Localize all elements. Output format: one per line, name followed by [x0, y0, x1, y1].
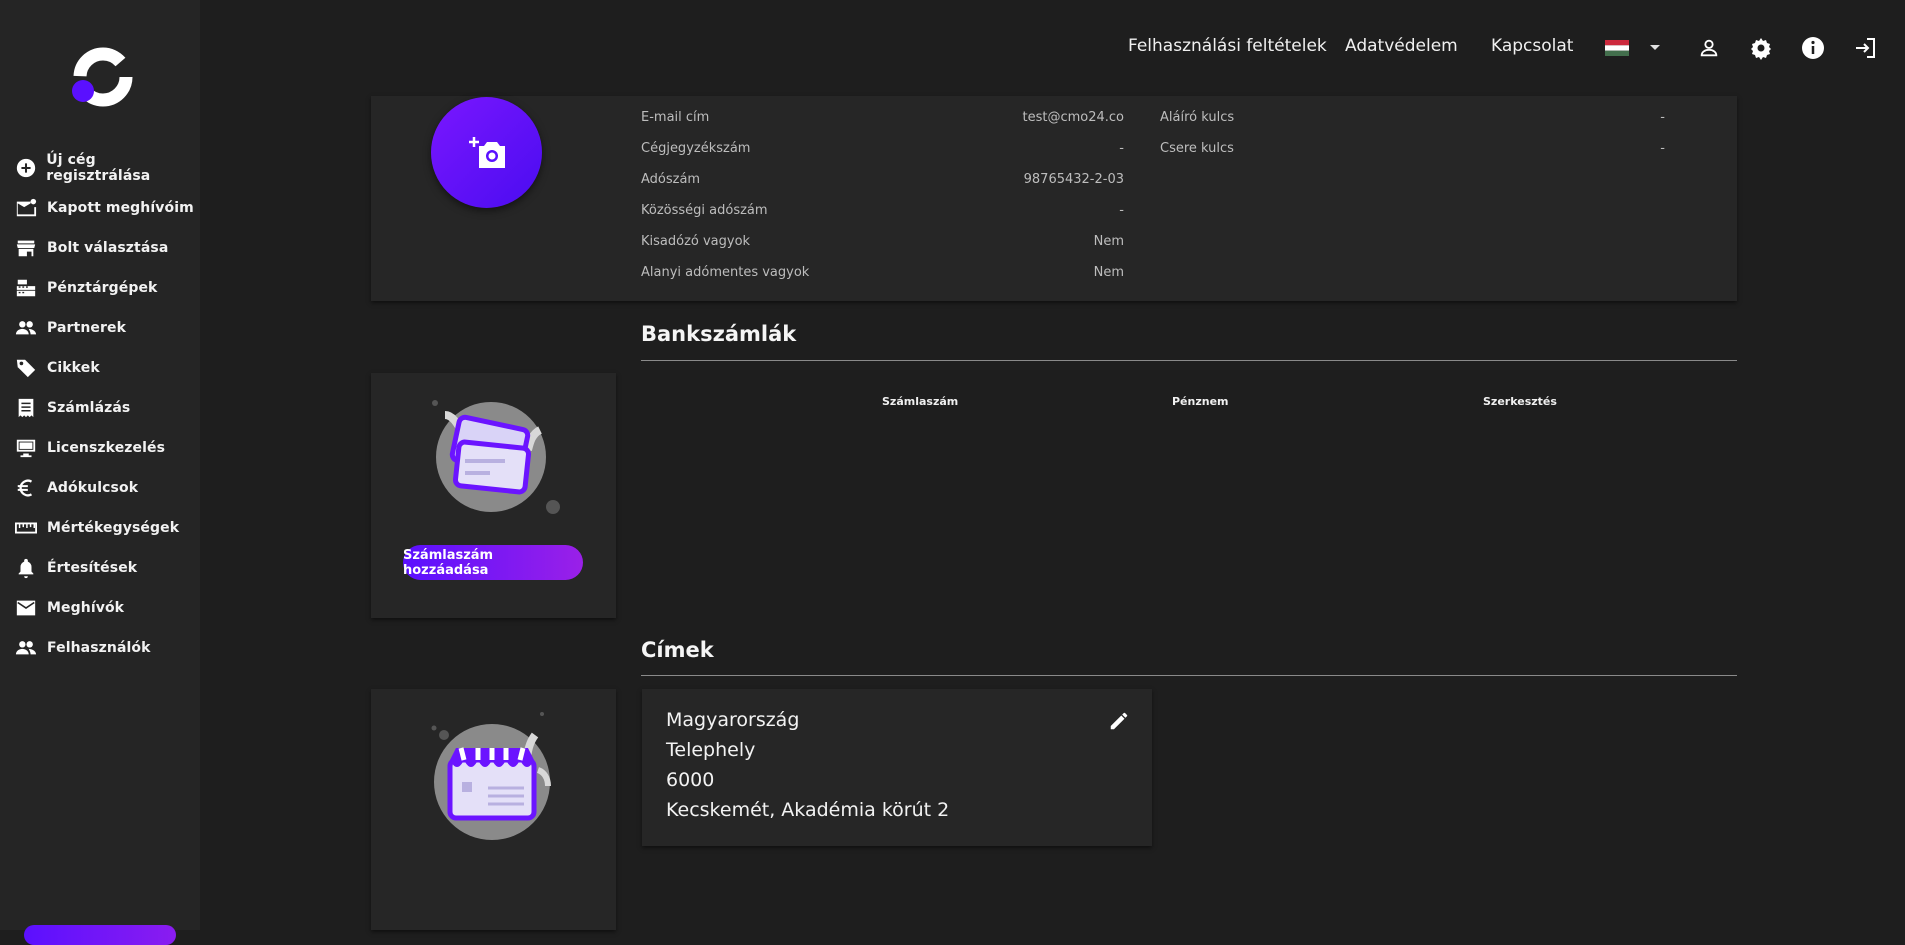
sidebar-item-users[interactable]: Felhasználók	[0, 628, 200, 668]
sidebar-item-partners[interactable]: Partnerek	[0, 308, 200, 348]
pencil-icon	[1110, 712, 1128, 730]
email-value: test@cmo24.co	[1022, 110, 1124, 125]
sidebar-item-received-invites[interactable]: Kapott meghívóim	[0, 188, 200, 228]
gear-icon[interactable]	[1748, 35, 1774, 61]
sidebar-item-label: Adókulcsok	[47, 480, 139, 496]
company-registration-value: -	[1119, 141, 1124, 156]
tag-icon	[14, 356, 38, 380]
bank-accounts-title: Bankszámlák	[641, 322, 797, 346]
sidebar-item-label: Kapott meghívóim	[47, 200, 194, 216]
add-bank-account-button[interactable]: Számlaszám hozzáadása	[403, 545, 583, 580]
sidebar-nav: Új cég regisztrálása Kapott meghívóim Bo…	[0, 148, 200, 668]
column-header-edit[interactable]: Szerkesztés	[1483, 395, 1557, 408]
tax-exempt-value: Nem	[1093, 265, 1124, 280]
app-logo[interactable]	[69, 45, 133, 109]
terms-link[interactable]: Felhasználási feltételek	[1128, 36, 1327, 56]
sidebar-item-label: Licenszkezelés	[47, 440, 166, 456]
cash-register-icon	[14, 276, 38, 300]
signing-key-value: -	[1660, 110, 1665, 125]
bell-icon	[14, 556, 38, 580]
eu-tax-number-label: Közösségi adószám	[641, 203, 768, 218]
mail-notification-icon	[14, 196, 38, 220]
sidebar-item-items[interactable]: Cikkek	[0, 348, 200, 388]
tax-number-value: 98765432-2-03	[1023, 172, 1124, 187]
users-icon	[14, 636, 38, 660]
sidebar-item-tax-keys[interactable]: Adókulcsok	[0, 468, 200, 508]
sidebar-item-label: Bolt választása	[47, 240, 169, 256]
sidebar-item-label: Partnerek	[47, 320, 127, 336]
column-header-currency[interactable]: Pénznem	[1172, 395, 1229, 408]
bank-card-illustration	[432, 400, 560, 514]
tax-number-label: Adószám	[641, 172, 701, 187]
sidebar-item-label: Új cég regisztrálása	[46, 152, 151, 184]
section-divider	[641, 675, 1737, 676]
sidebar-item-notifications[interactable]: Értesítések	[0, 548, 200, 588]
exchange-key-label: Csere kulcs	[1160, 141, 1234, 156]
small-taxpayer-value: Nem	[1093, 234, 1124, 249]
edit-address-button[interactable]	[1108, 710, 1130, 732]
sidebar-item-label: Értesítések	[47, 560, 138, 576]
section-divider	[641, 360, 1737, 361]
exchange-key-value: -	[1660, 141, 1665, 156]
info-icon[interactable]	[1800, 35, 1826, 61]
eu-tax-number-value: -	[1119, 203, 1124, 218]
hungary-flag-icon[interactable]	[1604, 35, 1630, 61]
sidebar-item-new-company[interactable]: Új cég regisztrálása	[0, 148, 200, 188]
language-dropdown-arrow[interactable]	[1644, 35, 1666, 61]
chevron-down-icon	[1650, 45, 1660, 50]
add-photo-icon	[468, 136, 505, 168]
address-type: Telephely	[666, 739, 756, 761]
upload-photo-button[interactable]	[431, 97, 542, 208]
column-header-account-number[interactable]: Számlaszám	[882, 395, 958, 408]
monitor-icon	[14, 436, 38, 460]
sidebar-item-store-select[interactable]: Bolt választása	[0, 228, 200, 268]
address-country: Magyarország	[666, 709, 800, 731]
sidebar-item-licenses[interactable]: Licenszkezelés	[0, 428, 200, 468]
sidebar-item-units[interactable]: Mértékegységek	[0, 508, 200, 548]
sidebar-item-label: Számlázás	[47, 400, 131, 416]
small-taxpayer-label: Kisadózó vagyok	[641, 234, 751, 249]
sidebar-item-label: Mértékegységek	[47, 520, 180, 536]
receipt-icon	[14, 396, 38, 420]
people-icon	[14, 316, 38, 340]
ruler-icon	[14, 516, 38, 540]
sidebar-item-label: Felhasználók	[47, 640, 151, 656]
address-zip: 6000	[666, 769, 715, 791]
sidebar-item-label: Meghívók	[47, 600, 125, 616]
company-registration-label: Cégjegyzékszám	[641, 141, 751, 156]
company-info-card	[371, 96, 1737, 301]
sidebar-item-label: Pénztárgépek	[47, 280, 158, 296]
profile-icon[interactable]	[1696, 35, 1722, 61]
mail-icon	[14, 596, 38, 620]
address-street: Kecskemét, Akadémia körút 2	[666, 799, 950, 821]
privacy-link[interactable]: Adatvédelem	[1345, 36, 1458, 56]
sidebar: Új cég regisztrálása Kapott meghívóim Bo…	[0, 0, 200, 945]
add-circle-icon	[14, 156, 37, 180]
sidebar-item-label: Cikkek	[47, 360, 100, 376]
store-illustration	[431, 712, 551, 840]
sidebar-item-cash-registers[interactable]: Pénztárgépek	[0, 268, 200, 308]
sidebar-item-invites[interactable]: Meghívók	[0, 588, 200, 628]
addresses-title: Címek	[641, 638, 714, 662]
sidebar-bottom-button[interactable]	[24, 925, 176, 945]
euro-icon	[14, 476, 38, 500]
store-icon	[14, 236, 38, 260]
sidebar-item-invoicing[interactable]: Számlázás	[0, 388, 200, 428]
signing-key-label: Aláíró kulcs	[1160, 110, 1235, 125]
contact-link[interactable]: Kapcsolat	[1491, 36, 1573, 56]
email-label: E-mail cím	[641, 110, 710, 125]
tax-exempt-label: Alanyi adómentes vagyok	[641, 265, 810, 280]
logout-icon[interactable]	[1852, 35, 1878, 61]
